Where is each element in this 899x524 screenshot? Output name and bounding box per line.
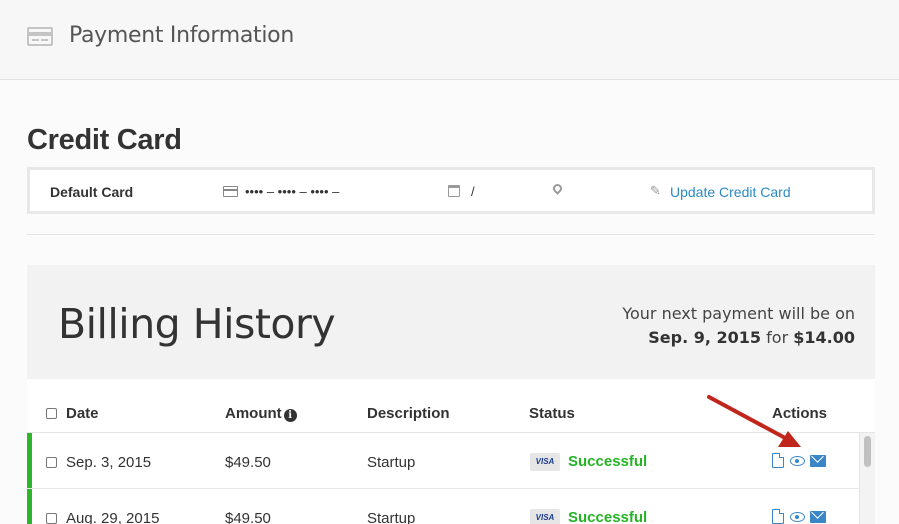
select-all-checkbox[interactable]: [46, 408, 57, 419]
column-description[interactable]: Description: [367, 405, 450, 422]
column-status[interactable]: Status: [529, 405, 575, 422]
visa-card-icon: VISA: [530, 509, 560, 524]
edit-icon[interactable]: ✎: [650, 184, 663, 197]
pdf-icon[interactable]: [772, 509, 784, 524]
next-payment-for: for: [766, 328, 789, 347]
default-card-panel: Default Card •••• – •••• – •••• – / ✎ Up…: [27, 167, 875, 214]
status-indicator-bar: [27, 433, 32, 488]
table-row: Sep. 3, 2015 $49.50 Startup VISA Success…: [27, 433, 860, 489]
billing-history-title: Billing History: [58, 300, 336, 348]
table-scrollbar[interactable]: [859, 433, 875, 524]
visa-card-icon: VISA: [530, 453, 560, 471]
next-payment-date: Sep. 9, 2015: [648, 328, 762, 347]
table-header: Date Amount i Description Status Actions: [27, 379, 875, 433]
row-amount: $49.50: [225, 454, 271, 471]
column-date[interactable]: Date: [66, 405, 99, 422]
info-icon[interactable]: i: [283, 409, 297, 422]
card-expiry: /: [471, 184, 475, 199]
row-description: Startup: [367, 510, 416, 524]
column-actions: Actions: [772, 405, 828, 422]
row-checkbox[interactable]: [46, 457, 57, 468]
row-status: Successful: [568, 453, 648, 470]
email-envelope-icon[interactable]: [810, 455, 826, 467]
card-number: •••• – •••• – •••• –: [245, 184, 340, 199]
column-amount-label: Amount: [225, 405, 282, 422]
credit-card-icon: [27, 27, 53, 46]
row-date: Sep. 3, 2015: [66, 454, 152, 471]
row-date: Aug. 29, 2015: [66, 510, 160, 524]
page-header: Payment Information: [0, 0, 899, 80]
card-number-icon: [223, 186, 238, 197]
map-marker-icon: [551, 182, 564, 195]
scrollbar-thumb[interactable]: [864, 436, 871, 467]
calendar-icon: [448, 185, 460, 197]
row-status: Successful: [568, 509, 648, 524]
section-divider: [27, 234, 875, 235]
billing-table: Date Amount i Description Status Actions …: [27, 379, 875, 524]
column-amount[interactable]: Amount i: [225, 405, 297, 422]
update-credit-card-link[interactable]: Update Credit Card: [670, 184, 791, 200]
credit-card-heading: Credit Card: [27, 124, 182, 156]
next-payment-amount: $14.00: [793, 328, 855, 347]
status-indicator-bar: [27, 489, 32, 524]
view-eye-icon[interactable]: [790, 456, 805, 466]
row-amount: $49.50: [225, 510, 271, 524]
row-description: Startup: [367, 454, 416, 471]
default-card-label: Default Card: [50, 184, 134, 200]
table-row: Aug. 29, 2015 $49.50 Startup VISA Succes…: [27, 489, 860, 524]
view-eye-icon[interactable]: [790, 512, 805, 522]
next-payment-prefix: Your next payment will be on: [622, 304, 855, 323]
email-envelope-icon[interactable]: [810, 511, 826, 523]
next-payment-details: Sep. 9, 2015 for $14.00: [648, 328, 855, 347]
page-title: Payment Information: [69, 23, 294, 48]
row-checkbox[interactable]: [46, 513, 57, 524]
pdf-icon[interactable]: [772, 453, 784, 468]
billing-history-header: Billing History Your next payment will b…: [27, 265, 875, 379]
